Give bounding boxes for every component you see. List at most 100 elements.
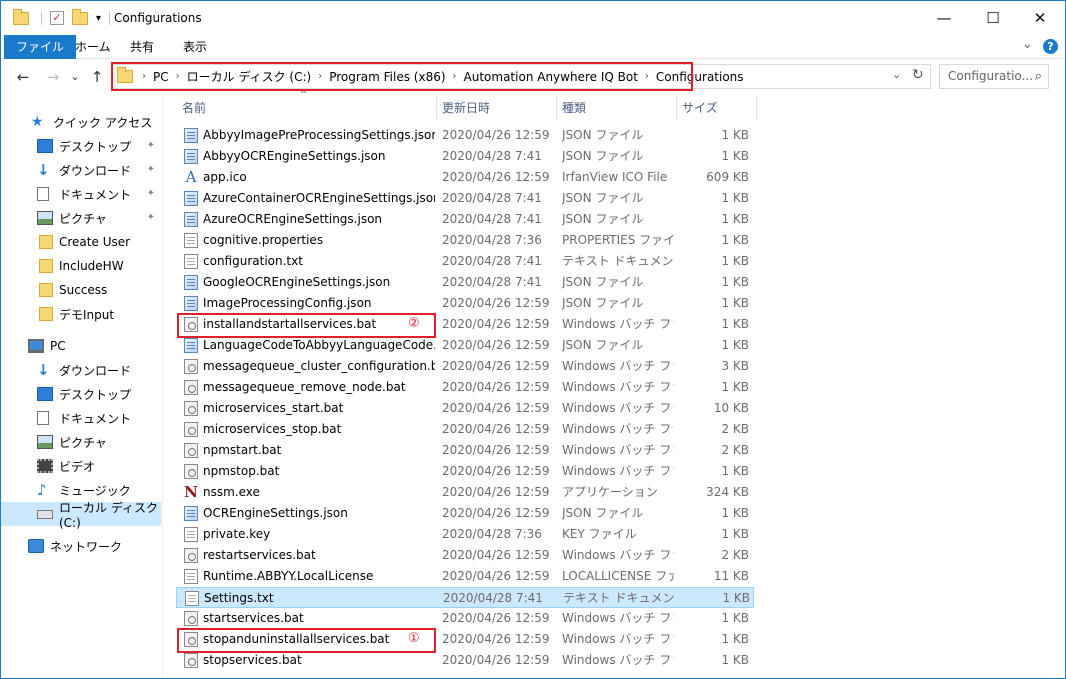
sidebar-item-pc-documents[interactable]: ドキュメント (1, 406, 161, 430)
batch-file-icon (184, 443, 198, 458)
tab-share[interactable]: 共有 (118, 35, 166, 59)
vertical-scrollbar[interactable] (1050, 95, 1065, 678)
minimize-button[interactable]: — (932, 7, 956, 29)
file-size: 1 KB (721, 632, 749, 646)
sidebar-item-local-disk[interactable]: ローカル ディスク (C:) (1, 501, 161, 530)
file-row[interactable]: messagequeue_cluster_configuration.bat 20… (176, 356, 754, 377)
search-input[interactable]: Configuratio... ⌕ (939, 64, 1049, 89)
sidebar-item-pc-pictures[interactable]: ピクチャ (1, 430, 161, 454)
file-row[interactable]: LanguageCodeToAbbyyLanguageCode.json 2020… (176, 335, 754, 356)
file-row[interactable]: npmstart.bat 2020/04/26 12:59 Windows バッチ … (176, 440, 754, 461)
back-button[interactable]: ← (13, 67, 33, 87)
column-header-size[interactable]: サイズ (677, 95, 757, 121)
file-row[interactable]: Settings.txt 2020/04/28 7:41 テキスト ドキュメント 1 … (176, 587, 754, 608)
sidebar-item-pictures[interactable]: ピクチャ ✦ (1, 206, 161, 230)
file-name: AzureContainerOCREngineSettings.json (203, 191, 435, 205)
file-row[interactable]: messagequeue_remove_node.bat 2020/04/26 1… (176, 377, 754, 398)
close-button[interactable]: ✕ (1028, 7, 1052, 29)
address-dropdown-icon[interactable]: ⌄ (892, 68, 901, 81)
pin-icon[interactable]: ✦ (147, 212, 155, 223)
batch-file-icon (184, 464, 198, 479)
column-header-type[interactable]: 種類 (557, 95, 677, 121)
file-date: 2020/04/26 12:59 (442, 506, 550, 520)
file-row[interactable]: stopservices.bat 2020/04/26 12:59 Windows … (176, 650, 754, 671)
breadcrumb-separator[interactable]: › (642, 71, 652, 82)
marker-2: ② (408, 316, 420, 331)
breadcrumb-configurations[interactable]: Configurations (652, 70, 748, 84)
column-header-date[interactable]: 更新日時 (437, 95, 557, 121)
up-button[interactable]: ↑ (87, 67, 107, 87)
ribbon-expand-icon[interactable]: ⌄ (1022, 37, 1033, 52)
maximize-button[interactable]: ☐ (981, 7, 1005, 29)
file-date: 2020/04/28 7:41 (443, 591, 543, 605)
file-row[interactable]: AbbyyOCREngineSettings.json 2020/04/28 7:… (176, 146, 754, 167)
sidebar-item-pc[interactable]: PC (1, 334, 161, 358)
file-name: messagequeue_cluster_configuration.bat (203, 359, 435, 373)
column-header-name[interactable]: 名前 (177, 95, 437, 121)
properties-icon[interactable]: ✓ (50, 11, 64, 25)
file-row[interactable]: OCREngineSettings.json 2020/04/26 12:59 JS… (176, 503, 754, 524)
breadcrumb-separator[interactable]: › (139, 71, 149, 82)
tab-home[interactable]: ホーム (63, 35, 123, 59)
help-icon[interactable]: ? (1043, 39, 1058, 54)
file-row[interactable]: installandstartallservices.bat 2020/04/26… (176, 314, 754, 335)
file-row[interactable]: Nnssm.exe 2020/04/26 12:59 アプリケーション 324 KB (176, 482, 754, 503)
batch-file-icon (184, 317, 198, 332)
sidebar-item-network[interactable]: ネットワーク (1, 534, 161, 558)
file-date: 2020/04/26 12:59 (442, 611, 550, 625)
tab-view[interactable]: 表示 (171, 35, 219, 59)
folder-icon[interactable] (13, 8, 29, 25)
file-date: 2020/04/28 7:36 (442, 527, 542, 541)
batch-file-icon (184, 359, 198, 374)
breadcrumb-automation-anywhere[interactable]: Automation Anywhere IQ Bot (460, 70, 642, 84)
sidebar-item-success[interactable]: Success (1, 278, 161, 302)
pin-icon[interactable]: ✦ (147, 164, 155, 175)
pin-icon[interactable]: ✦ (147, 188, 155, 199)
sidebar-item-desktop[interactable]: デスクトップ ✦ (1, 134, 161, 158)
forward-button[interactable]: → (43, 67, 63, 87)
file-date: 2020/04/26 12:59 (442, 296, 550, 310)
breadcrumb-pc[interactable]: PC (149, 70, 173, 84)
breadcrumb-separator[interactable]: › (315, 71, 325, 82)
sidebar-item-pc-desktop[interactable]: デスクトップ (1, 382, 161, 406)
file-row[interactable]: startservices.bat 2020/04/26 12:59 Windows… (176, 608, 754, 629)
download-icon: ↓ (37, 361, 50, 379)
customize-toolbar-icon[interactable]: ▾ (96, 13, 101, 24)
file-row[interactable]: Aapp.ico 2020/04/26 12:59 IrfanView ICO Fi… (176, 167, 754, 188)
file-row[interactable]: restartservices.bat 2020/04/26 12:59 Windo… (176, 545, 754, 566)
file-row[interactable]: ImageProcessingConfig.json 2020/04/26 12:… (176, 293, 754, 314)
sidebar-item-videos[interactable]: ビデオ (1, 454, 161, 478)
new-folder-icon[interactable] (72, 8, 88, 25)
file-row[interactable]: configuration.txt 2020/04/28 7:41 テキスト ドキュ… (176, 251, 754, 272)
address-bar[interactable]: › PC › ローカル ディスク (C:) › Program Files (x… (111, 64, 931, 89)
breadcrumb-local-disk[interactable]: ローカル ディスク (C:) (183, 68, 316, 85)
file-row[interactable]: microservices_stop.bat 2020/04/26 12:59 Wi… (176, 419, 754, 440)
file-row[interactable]: cognitive.properties 2020/04/28 7:36 PROPE… (176, 230, 754, 251)
folder-icon (117, 67, 133, 83)
sidebar-item-pc-downloads[interactable]: ↓ ダウンロード (1, 358, 161, 382)
breadcrumb-separator[interactable]: › (450, 71, 460, 82)
breadcrumb-separator[interactable]: › (173, 71, 183, 82)
breadcrumb-program-files[interactable]: Program Files (x86) (325, 70, 449, 84)
file-row[interactable]: Runtime.ABBYY.LocalLicense 2020/04/26 12:… (176, 566, 754, 587)
pin-icon[interactable]: ✦ (147, 140, 155, 151)
recent-locations-button[interactable]: ⌄ (65, 67, 85, 87)
file-row[interactable]: AzureContainerOCREngineSettings.json 2020… (176, 188, 754, 209)
refresh-button[interactable]: ↻ (912, 67, 924, 83)
file-row[interactable]: AbbyyImagePreProcessingSettings.json 2020… (176, 125, 754, 146)
file-row[interactable]: AzureOCREngineSettings.json 2020/04/28 7:… (176, 209, 754, 230)
sidebar-item-demo-input[interactable]: デモInput (1, 302, 161, 326)
sidebar-item-includehw[interactable]: IncludeHW (1, 254, 161, 278)
file-row[interactable]: npmstop.bat 2020/04/26 12:59 Windows バッチ フ… (176, 461, 754, 482)
file-row[interactable]: private.key 2020/04/28 7:36 KEY ファイル 1 KB (176, 524, 754, 545)
file-size: 1 KB (721, 317, 749, 331)
file-row[interactable]: stopanduninstallallservices.bat 2020/04/2… (176, 629, 754, 650)
file-row[interactable]: microservices_start.bat 2020/04/26 12:59 W… (176, 398, 754, 419)
file-name: stopservices.bat (203, 653, 302, 667)
network-icon (28, 539, 44, 553)
file-row[interactable]: GoogleOCREngineSettings.json 2020/04/28 7… (176, 272, 754, 293)
sidebar-item-documents[interactable]: ドキュメント ✦ (1, 182, 161, 206)
sidebar-item-downloads[interactable]: ↓ ダウンロード ✦ (1, 158, 161, 182)
sidebar-item-create-user[interactable]: Create User (1, 230, 161, 254)
sidebar-item-quick-access[interactable]: ★ クイック アクセス (1, 110, 161, 134)
